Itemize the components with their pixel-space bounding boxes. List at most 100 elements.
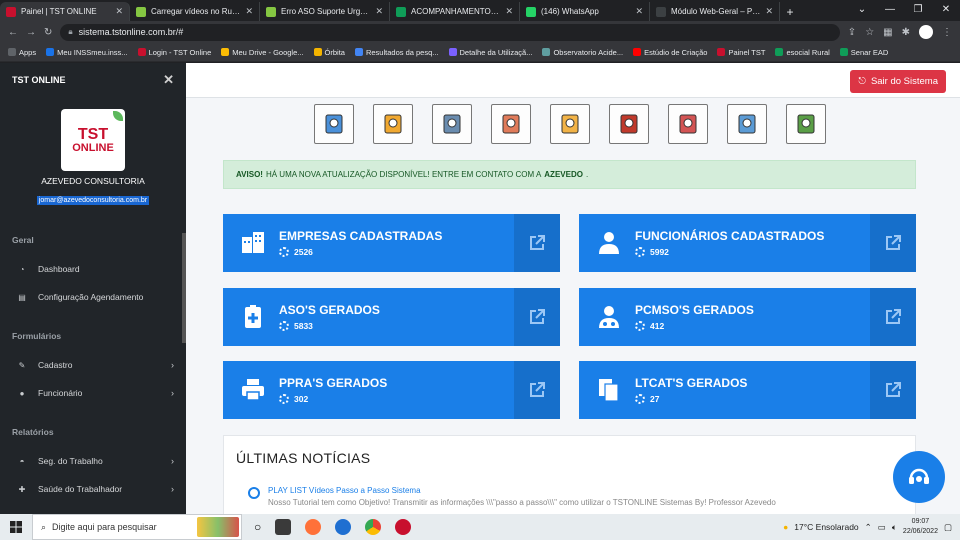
browser-tab[interactable]: ACOMPANHAMENTO SUPO ✕ bbox=[390, 2, 520, 21]
bookmark-item[interactable]: Estúdio de Criação bbox=[633, 48, 707, 57]
bookmark-label: Senar EAD bbox=[850, 47, 889, 57]
external-link-icon[interactable] bbox=[870, 288, 916, 346]
sidebar-item-label: Saúde do Trabalhador bbox=[38, 484, 123, 494]
quick-folder-button[interactable] bbox=[550, 104, 590, 144]
bookmark-item[interactable]: Meu Drive - Google... bbox=[221, 48, 304, 57]
app-icon[interactable] bbox=[395, 519, 412, 535]
tab-close-icon[interactable]: ✕ bbox=[505, 6, 513, 17]
news-title[interactable]: PLAY LIST Vídeos Passo a Passo Sistema bbox=[268, 486, 776, 495]
tab-title: Painel | TST ONLINE bbox=[21, 7, 97, 16]
maximize-button[interactable]: ❐ bbox=[904, 0, 932, 21]
puzzle-icon[interactable]: ✱ bbox=[902, 27, 910, 38]
browser-tab[interactable]: Carregar vídeos no Rumble ✕ bbox=[130, 2, 260, 21]
quick-plant-hands-button[interactable] bbox=[786, 104, 826, 144]
company-logo: TST ONLINE bbox=[61, 109, 125, 171]
notifications-icon[interactable]: ▢ bbox=[944, 522, 952, 533]
bookmark-item[interactable]: Observatorio Acide... bbox=[542, 48, 623, 57]
stat-card-text: EMPRESAS CADASTRADAS 2526 bbox=[271, 229, 514, 257]
browser-tab[interactable]: (146) WhatsApp ✕ bbox=[520, 2, 650, 21]
tab-title: Erro ASO Suporte Urgente bbox=[281, 7, 371, 16]
quick-helmet-button[interactable] bbox=[373, 104, 413, 144]
quick-clipboard-report-button[interactable] bbox=[432, 104, 472, 144]
logout-label: Sair do Sistema bbox=[870, 76, 938, 87]
sidebar-item[interactable]: ✎ Cadastro › bbox=[0, 351, 186, 379]
bookmark-item[interactable]: Resultados da pesq... bbox=[354, 47, 439, 57]
reload-icon[interactable]: ↻ bbox=[44, 27, 52, 38]
bookmark-item[interactable]: Senar EAD bbox=[839, 47, 889, 57]
news-heading: ÚLTIMAS NOTÍCIAS bbox=[236, 450, 371, 466]
forward-icon[interactable]: → bbox=[26, 27, 36, 38]
update-notice: AVISO! HÁ UMA NOVA ATUALIZAÇÃO DISPONÍVE… bbox=[223, 160, 916, 189]
minimize-button[interactable]: — bbox=[876, 0, 904, 21]
browser-tab[interactable]: Módulo Web-Geral – Port ✕ bbox=[650, 2, 780, 21]
external-link-icon[interactable] bbox=[514, 288, 560, 346]
browser-icon[interactable] bbox=[335, 519, 352, 535]
tab-close-icon[interactable]: ✕ bbox=[245, 6, 253, 17]
chevron-right-icon: › bbox=[171, 484, 174, 494]
bookmark-favicon-icon bbox=[313, 48, 322, 56]
external-link-icon[interactable] bbox=[870, 214, 916, 272]
quick-doctor-button[interactable] bbox=[491, 104, 531, 144]
star-icon[interactable]: ☆ bbox=[865, 27, 874, 38]
weather-text[interactable]: 17°C Ensolarado bbox=[794, 522, 858, 532]
chevron-right-icon: › bbox=[171, 456, 174, 466]
news-item[interactable]: PLAY LIST Vídeos Passo a Passo Sistema N… bbox=[248, 486, 776, 507]
menu-icon[interactable]: ⋮ bbox=[942, 27, 952, 38]
external-link-icon[interactable] bbox=[514, 214, 560, 272]
network-icon[interactable]: ▭ bbox=[878, 522, 886, 533]
tab-close-icon[interactable]: ✕ bbox=[115, 6, 123, 17]
printer-icon bbox=[235, 376, 271, 404]
lock-icon: 🔒︎ bbox=[68, 27, 73, 36]
bookmark-favicon-icon bbox=[137, 48, 146, 56]
sidebar-item[interactable]: ▤ Configuração Agendamento bbox=[0, 283, 186, 311]
close-window-button[interactable]: ✕ bbox=[932, 0, 960, 21]
sidebar-item[interactable]: ◓ Seg. do Trabalho › bbox=[0, 447, 186, 475]
quick-building-button[interactable] bbox=[314, 104, 354, 144]
new-tab-button[interactable]: + bbox=[780, 2, 800, 21]
clock-date: 22/06/2022 bbox=[902, 528, 938, 535]
sidebar-item[interactable]: ✚ Saúde do Trabalhador › bbox=[0, 475, 186, 503]
tab-close-icon[interactable]: ✕ bbox=[375, 6, 383, 17]
chevron-up-icon[interactable]: ⌃ bbox=[865, 522, 872, 533]
bookmark-item[interactable]: Painel TST bbox=[717, 48, 765, 57]
sidebar-item[interactable]: ● Funcionário › bbox=[0, 379, 186, 407]
task-manager-icon[interactable] bbox=[275, 519, 292, 535]
bookmark-item[interactable]: Meu INSSmeu.inss... bbox=[46, 48, 128, 57]
bookmark-item[interactable]: Detalhe da Utilizaçã... bbox=[448, 48, 532, 57]
extension-icon[interactable]: ▦ bbox=[883, 27, 892, 38]
quick-nurse-button[interactable] bbox=[727, 104, 767, 144]
bookmark-label: Resultados da pesq... bbox=[365, 47, 439, 57]
bookmark-item[interactable]: Órbita bbox=[313, 48, 345, 57]
profile-avatar[interactable] bbox=[919, 25, 933, 39]
bookmark-item[interactable]: Login - TST Online bbox=[137, 48, 211, 57]
tab-search-icon[interactable]: ⌄ bbox=[848, 0, 876, 21]
address-bar[interactable]: 🔒︎ sistema.tstonline.com.br/# bbox=[60, 23, 840, 41]
support-chat-button[interactable] bbox=[893, 451, 945, 503]
volume-icon[interactable]: 🔈︎ bbox=[892, 522, 897, 533]
taskbar-search[interactable]: ⌕ Digite aqui para pesquisar bbox=[32, 514, 242, 540]
firefox-icon[interactable] bbox=[305, 519, 322, 535]
windows-start-button[interactable] bbox=[0, 521, 32, 533]
sidebar-item[interactable]: ◔ Dashboard bbox=[0, 255, 186, 283]
back-icon[interactable]: ← bbox=[8, 27, 18, 38]
bookmark-item[interactable]: Apps bbox=[8, 48, 36, 57]
external-link-icon[interactable] bbox=[514, 361, 560, 419]
browser-tab[interactable]: Erro ASO Suporte Urgente ✕ bbox=[260, 2, 390, 21]
tab-close-icon[interactable]: ✕ bbox=[635, 6, 643, 17]
sidebar-item-label: Seg. do Trabalho bbox=[38, 456, 103, 466]
plant-hands-icon bbox=[797, 114, 815, 134]
quick-checklist-button[interactable] bbox=[609, 104, 649, 144]
headset-icon bbox=[909, 468, 929, 484]
chrome-icon[interactable] bbox=[365, 519, 382, 535]
share-icon[interactable]: ⇪ bbox=[848, 27, 856, 38]
browser-tab[interactable]: Painel | TST ONLINE ✕ bbox=[0, 2, 130, 21]
bookmark-item[interactable]: esocial Rural bbox=[775, 48, 830, 57]
task-view-icon[interactable]: ○ bbox=[254, 520, 261, 534]
sidebar: TST ONLINE ✕ TST ONLINE AZEVEDO CONSULTO… bbox=[0, 63, 186, 514]
external-link-icon[interactable] bbox=[870, 361, 916, 419]
clock[interactable]: 09:07 22/06/2022 bbox=[903, 517, 938, 537]
tab-close-icon[interactable]: ✕ bbox=[765, 6, 773, 17]
close-icon[interactable]: ✕ bbox=[163, 72, 174, 88]
logout-button[interactable]: ⎋ Sair do Sistema bbox=[850, 70, 946, 93]
quick-medical-clipboard-button[interactable] bbox=[668, 104, 708, 144]
